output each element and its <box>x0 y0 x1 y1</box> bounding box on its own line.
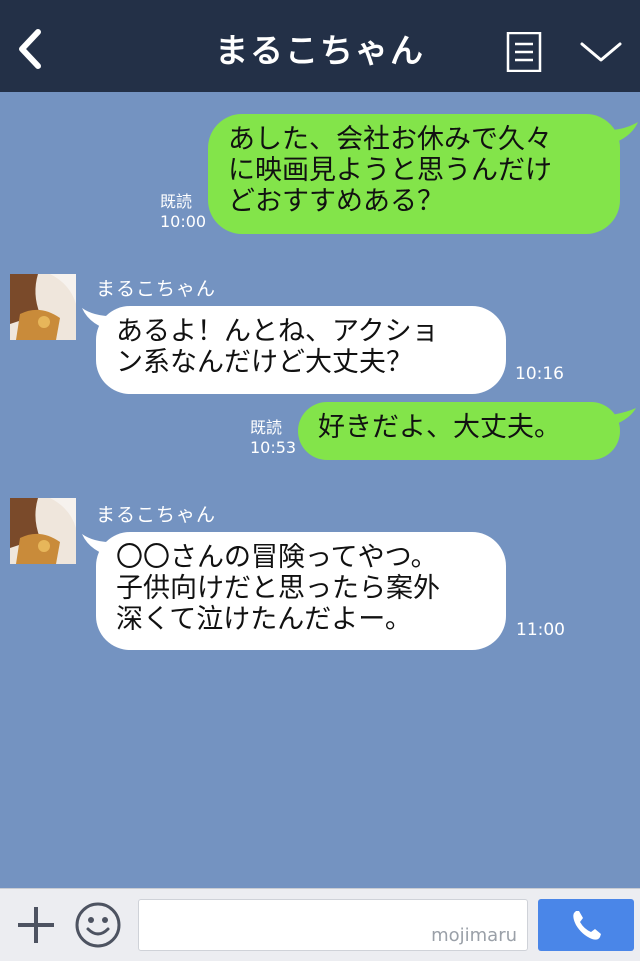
chat-header: まるこちゃん <box>0 0 640 92</box>
phone-icon <box>573 911 601 940</box>
message-input[interactable]: mojimaru <box>138 899 528 951</box>
message-time: 11:00 <box>516 620 565 640</box>
read-receipt: 既読 10:00 <box>160 192 206 232</box>
document-menu-icon <box>506 31 542 73</box>
chat-area[interactable]: 既読 10:00 あした、会社お休みで久々 に映画見ようと思うんだけ どおすすめ… <box>0 92 640 888</box>
smiley-icon <box>75 902 121 948</box>
watermark-text: mojimaru <box>431 925 517 946</box>
dropdown-button[interactable] <box>578 38 624 68</box>
read-label: 既読 <box>160 192 193 211</box>
chevron-down-icon <box>580 42 622 62</box>
add-button[interactable] <box>14 903 58 947</box>
message-bubble[interactable]: 好きだよ、大丈夫。 <box>298 402 620 460</box>
message-bubble[interactable]: あるよ！んとね、アクショ ン系なんだけど大丈夫？ <box>96 306 506 394</box>
sender-name: まるこちゃん <box>96 278 217 300</box>
sender-name: まるこちゃん <box>96 504 217 526</box>
chat-title: まるこちゃん <box>215 31 425 70</box>
read-receipt: 既読 10:53 <box>250 418 296 458</box>
menu-button[interactable] <box>506 31 542 73</box>
message-bubble[interactable]: あした、会社お休みで久々 に映画見ようと思うんだけ どおすすめある？ <box>208 114 620 234</box>
avatar[interactable] <box>10 498 76 564</box>
emoji-button[interactable] <box>74 901 122 949</box>
message-time: 10:16 <box>515 364 564 384</box>
call-button[interactable] <box>538 899 634 951</box>
message-bubble[interactable]: 〇〇さんの冒険ってやつ。 子供向けだと思ったら案外 深くて泣けたんだよー。 <box>96 532 506 650</box>
message-time: 10:53 <box>250 438 297 457</box>
message-time: 10:00 <box>160 212 207 231</box>
plus-icon <box>18 907 54 943</box>
back-button[interactable] <box>14 26 48 72</box>
avatar-photo <box>10 498 76 564</box>
message-composer: mojimaru <box>0 888 640 961</box>
avatar[interactable] <box>10 274 76 340</box>
read-label: 既読 <box>250 418 283 437</box>
chevron-left-icon <box>19 29 41 69</box>
avatar-photo <box>10 274 76 340</box>
